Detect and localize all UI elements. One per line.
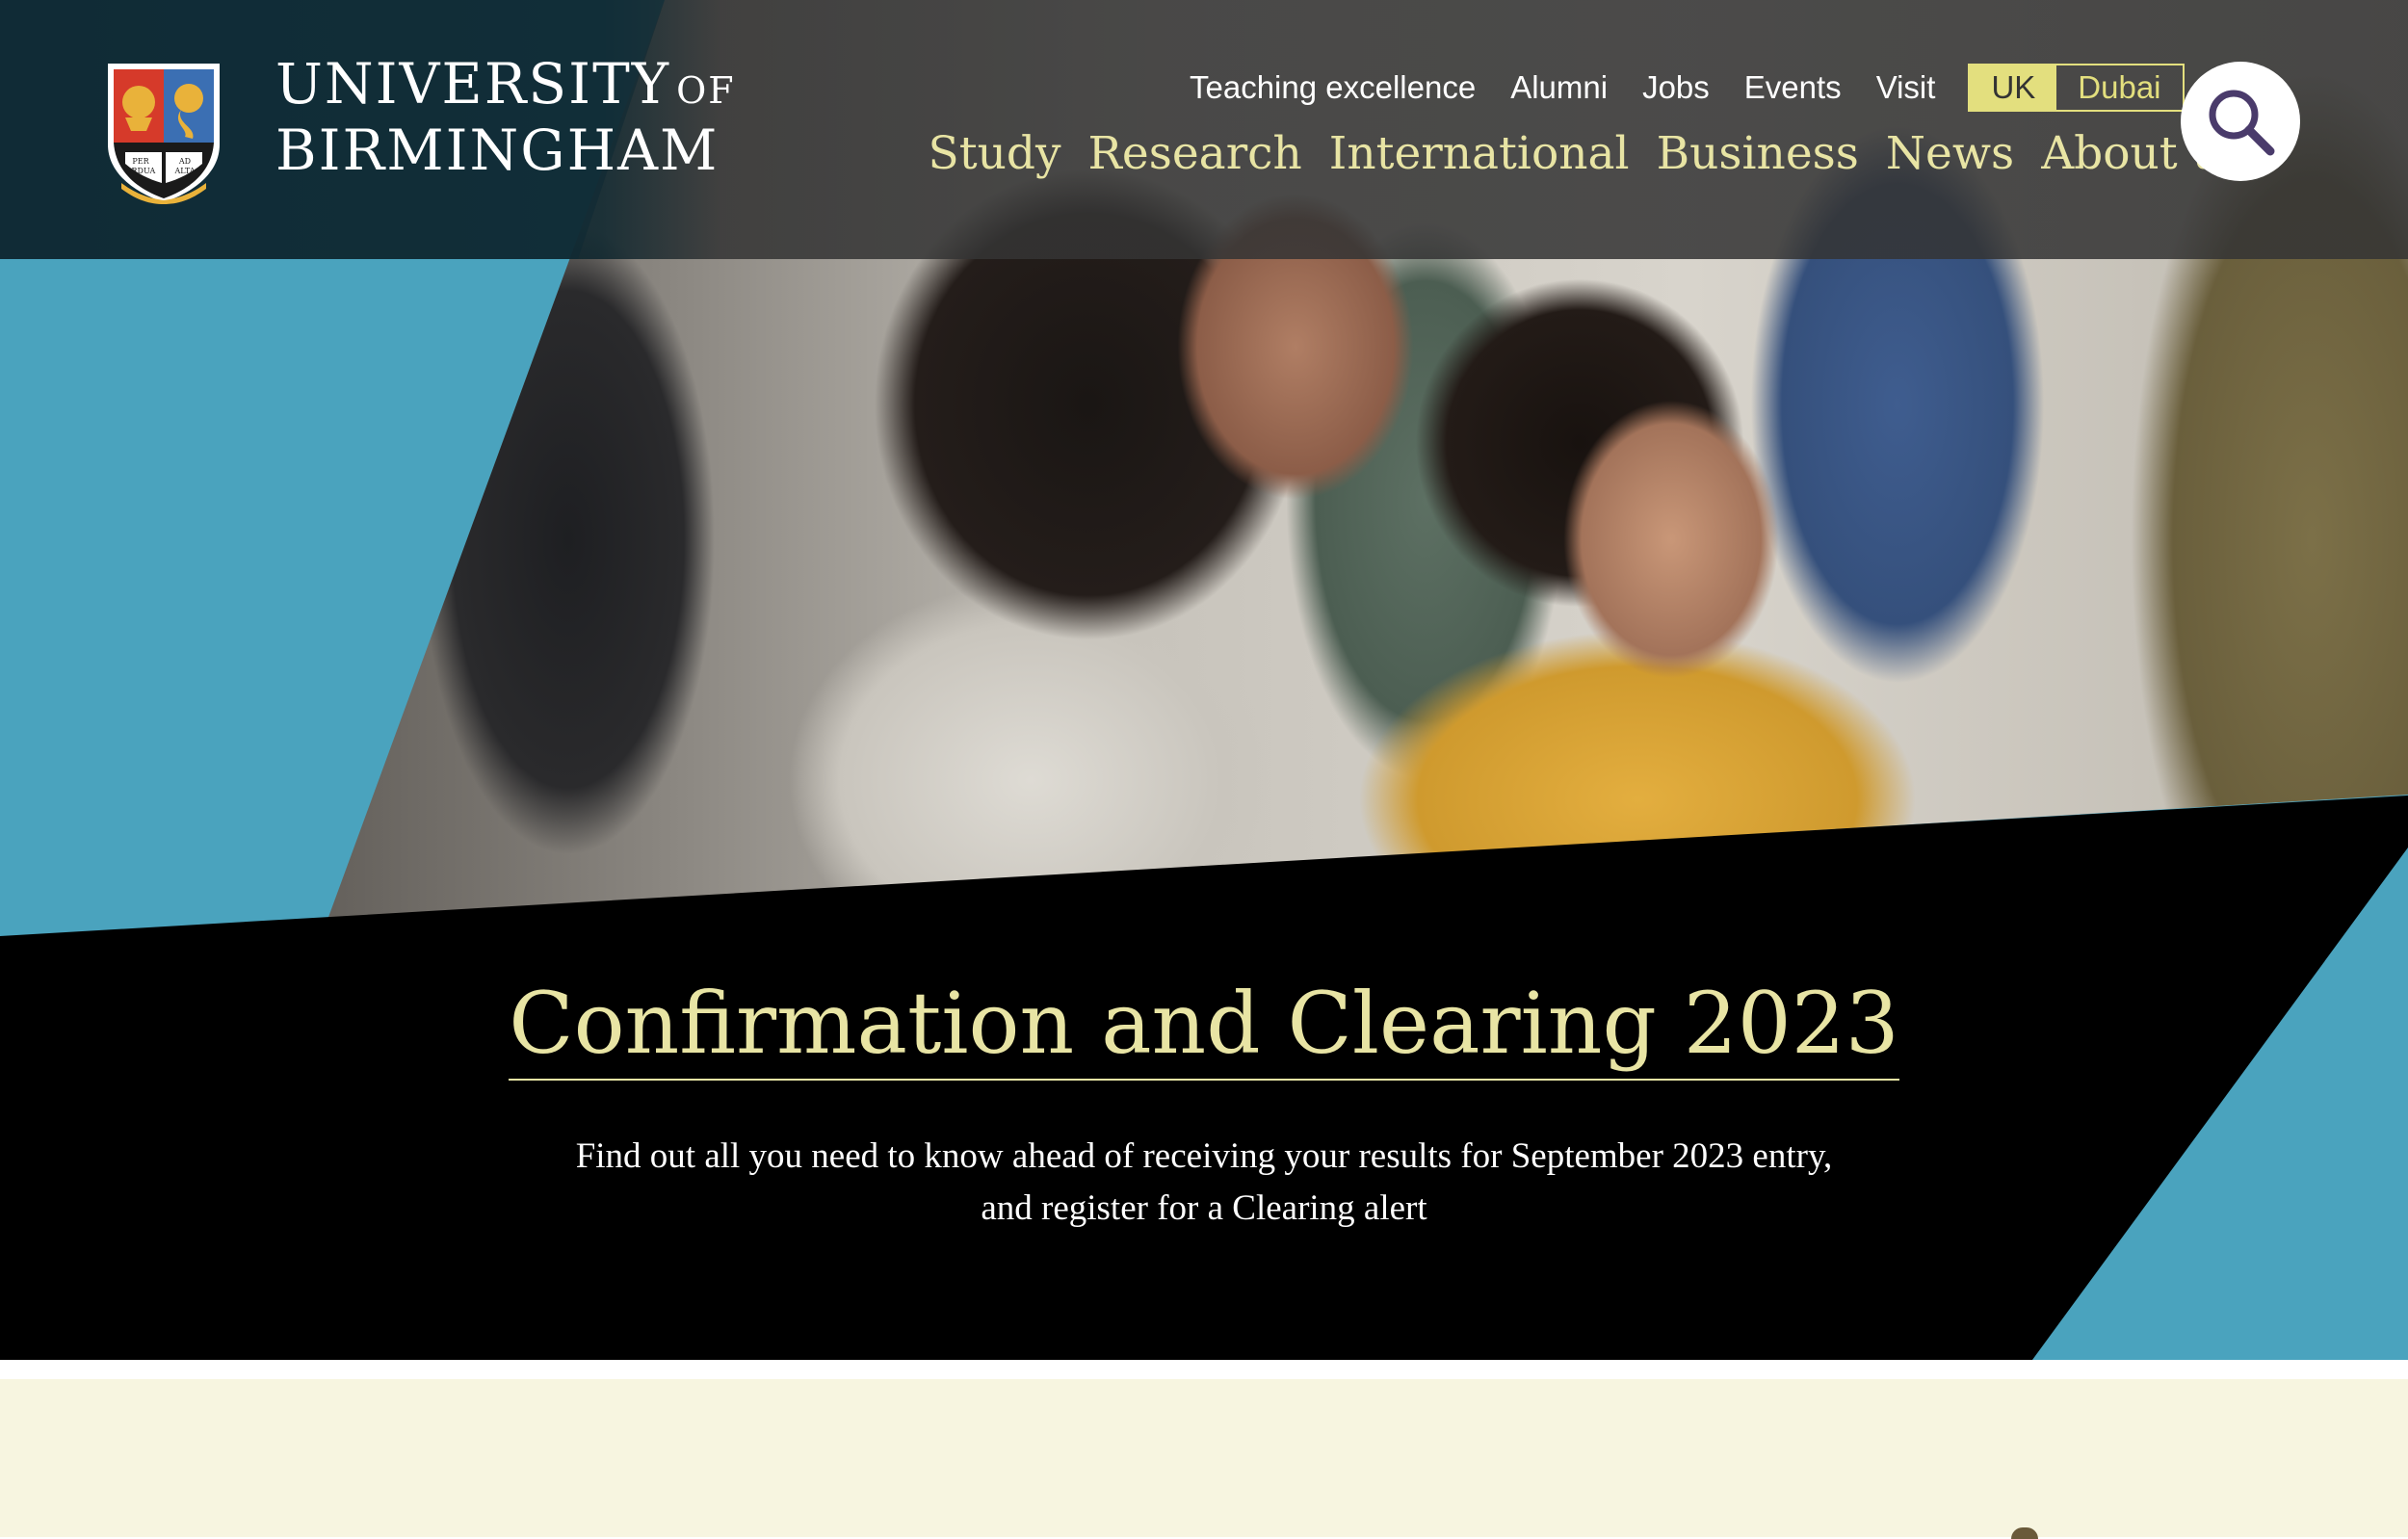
region-switcher: UK Dubai — [1968, 64, 2185, 112]
wordmark-birmingham: BIRMINGHAM — [275, 117, 720, 183]
hero-subtitle: Find out all you need to know ahead of r… — [482, 1131, 1926, 1235]
nav-news[interactable]: News — [1886, 127, 2014, 180]
hero-title-link[interactable]: Confirmation and Clearing 2023 — [509, 973, 1899, 1081]
main-nav: Study Research International Business Ne… — [902, 127, 2244, 180]
crest-motto-4: ALTA — [173, 167, 195, 175]
site-header: PER ARDUA AD ALTA UNIVERSITY OF BIRMINGHA… — [0, 0, 2408, 259]
crest-motto-3: AD — [178, 157, 191, 166]
util-link-teaching-excellence[interactable]: Teaching excellence — [1190, 69, 1476, 106]
crest-icon: PER ARDUA AD ALTA — [108, 64, 220, 204]
hero-subtitle-line-2: and register for a Clearing alert — [981, 1187, 1427, 1228]
wordmark-line-1: UNIVERSITY OF — [275, 54, 736, 120]
wordmark-of: OF — [676, 69, 736, 112]
nav-research[interactable]: Research — [1088, 127, 1302, 180]
region-option-dubai[interactable]: Dubai — [2056, 65, 2182, 110]
utility-nav: Teaching excellence Alumni Jobs Events V… — [1190, 64, 2185, 112]
util-link-visit[interactable]: Visit — [1876, 69, 1936, 106]
region-option-uk[interactable]: UK — [1970, 65, 2057, 110]
nav-study[interactable]: Study — [929, 127, 1061, 180]
hero-subtitle-line-1: Find out all you need to know ahead of r… — [575, 1135, 1833, 1176]
util-link-jobs[interactable]: Jobs — [1642, 69, 1710, 106]
content-section — [0, 1379, 2408, 1537]
wordmark-university: UNIVERSITY — [275, 51, 671, 117]
nav-international[interactable]: International — [1329, 127, 1630, 180]
util-link-events[interactable]: Events — [1744, 69, 1842, 106]
crest-motto-2: ARDUA — [125, 167, 156, 175]
nav-business[interactable]: Business — [1657, 127, 1859, 180]
university-logo[interactable]: PER ARDUA AD ALTA UNIVERSITY OF BIRMINGHA… — [104, 54, 736, 204]
search-button[interactable] — [2181, 62, 2300, 181]
university-wordmark: UNIVERSITY OF BIRMINGHAM — [275, 54, 736, 180]
util-link-alumni[interactable]: Alumni — [1510, 69, 1608, 106]
crest-motto-1: PER — [132, 157, 149, 166]
hero-content: Confirmation and Clearing 2023 Find out … — [0, 973, 2408, 1235]
search-icon — [2209, 90, 2275, 156]
